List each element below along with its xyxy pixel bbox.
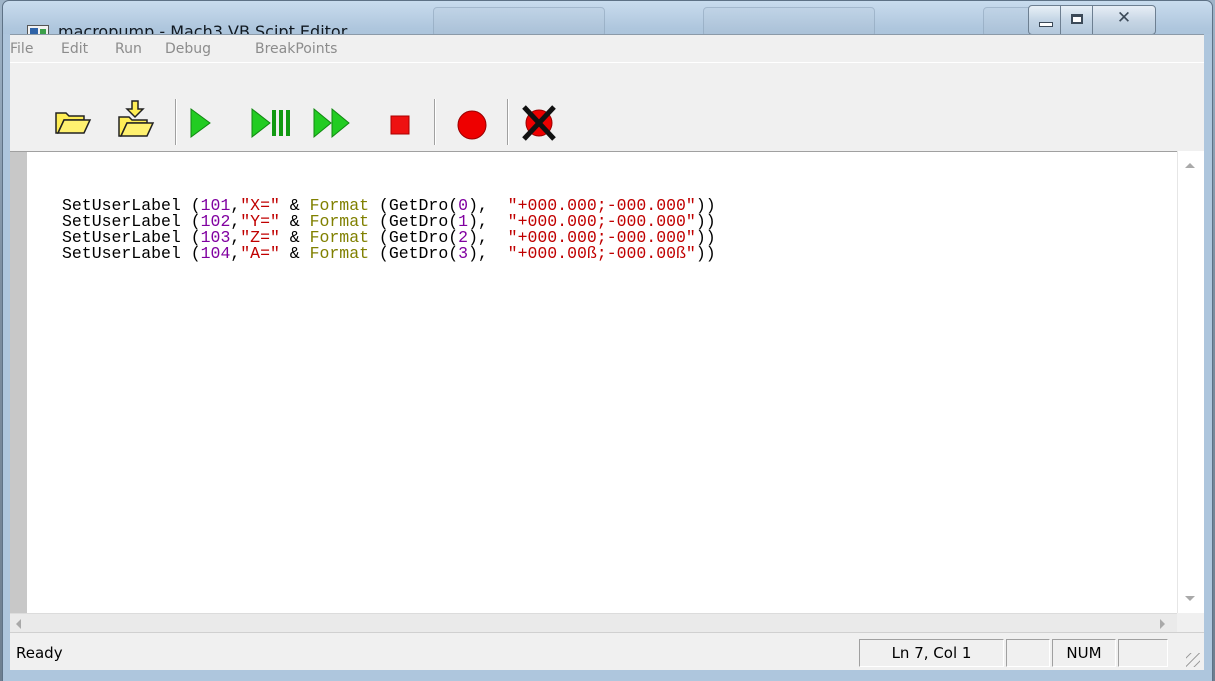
menu-file[interactable]: File xyxy=(10,41,33,57)
clear-breakpoint-icon xyxy=(522,105,556,141)
toolbar xyxy=(10,62,1204,152)
editor-window: macropump - Mach3 VB Scipt Editor ✕ File… xyxy=(2,0,1213,681)
run-icon xyxy=(190,108,211,138)
breakpoint-button[interactable] xyxy=(456,109,496,147)
scroll-up-icon[interactable] xyxy=(1185,163,1195,168)
status-pane-empty xyxy=(1006,639,1050,667)
status-text: Ready xyxy=(16,644,63,662)
background-window-tab xyxy=(433,7,605,37)
horizontal-scrollbar[interactable] xyxy=(10,613,1177,632)
open-button[interactable] xyxy=(54,107,94,145)
scroll-left-icon[interactable] xyxy=(16,619,21,629)
close-button[interactable]: ✕ xyxy=(1092,5,1156,35)
save-button[interactable] xyxy=(116,99,156,137)
menu-breakpoints[interactable]: BreakPoints xyxy=(255,41,337,57)
menu-edit[interactable]: Edit xyxy=(61,41,88,57)
fast-forward-button[interactable] xyxy=(312,107,352,145)
code-line: SetUserLabel (104,"A=" & Format (GetDro(… xyxy=(62,244,716,263)
minimize-button[interactable] xyxy=(1028,5,1061,35)
close-icon: ✕ xyxy=(1116,8,1132,28)
toolbar-separator xyxy=(434,99,436,145)
step-button[interactable] xyxy=(250,107,290,145)
open-folder-icon xyxy=(55,112,92,134)
scroll-down-icon[interactable] xyxy=(1185,596,1195,601)
resize-grip-icon[interactable] xyxy=(1186,653,1200,667)
scroll-right-icon[interactable] xyxy=(1160,619,1165,629)
menu-bar: File Edit Run Debug BreakPoints xyxy=(10,34,1204,63)
toolbar-separator xyxy=(507,99,509,145)
stop-icon xyxy=(390,115,410,135)
menu-debug[interactable]: Debug xyxy=(165,41,211,57)
status-bar: Ready Ln 7, Col 1 NUM xyxy=(10,632,1204,670)
window-bottom-frame xyxy=(2,670,1213,681)
clear-breakpoints-button[interactable] xyxy=(518,103,558,141)
maximize-icon xyxy=(1071,14,1083,24)
code-editor[interactable]: SetUserLabel (101,"X=" & Format (GetDro(… xyxy=(10,151,1204,614)
code-text[interactable]: SetUserLabel (101,"X=" & Format (GetDro(… xyxy=(62,197,716,263)
background-window-tab xyxy=(703,7,875,37)
fast-forward-icon xyxy=(313,107,350,139)
num-lock-indicator: NUM xyxy=(1052,639,1116,667)
editor-margin[interactable] xyxy=(27,152,57,614)
save-folder-icon xyxy=(118,100,155,137)
run-button[interactable] xyxy=(188,107,228,145)
vertical-scrollbar[interactable] xyxy=(1177,151,1204,613)
cursor-position: Ln 7, Col 1 xyxy=(859,639,1004,667)
menu-run[interactable]: Run xyxy=(115,41,142,57)
breakpoint-icon xyxy=(457,110,487,140)
toolbar-separator xyxy=(175,99,177,145)
stop-button[interactable] xyxy=(390,115,430,153)
editor-gutter[interactable] xyxy=(10,152,27,614)
status-pane-empty xyxy=(1118,639,1168,667)
maximize-button[interactable] xyxy=(1060,5,1093,35)
minimize-icon xyxy=(1039,22,1053,27)
scroll-corner xyxy=(1177,613,1204,632)
step-pause-icon xyxy=(251,107,290,139)
